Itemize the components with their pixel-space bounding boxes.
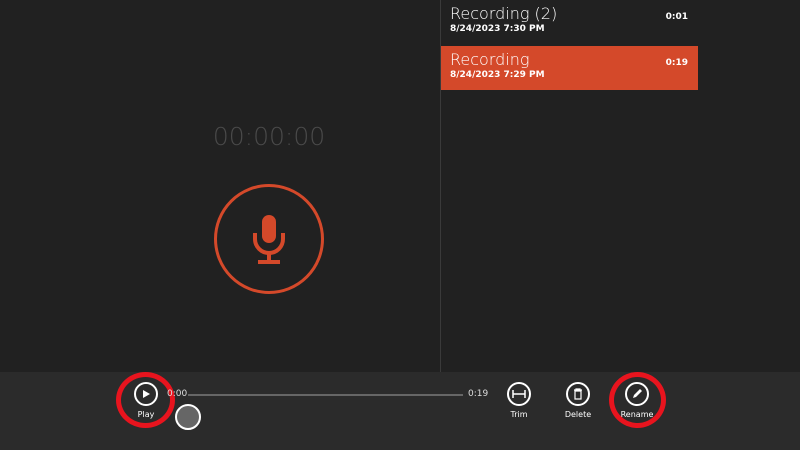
recording-title: Recording (2): [450, 4, 558, 23]
record-pane: 00:00:00: [0, 0, 440, 372]
microphone-icon: [253, 215, 285, 264]
recording-duration: 0:01: [665, 12, 688, 22]
trash-icon: [574, 388, 582, 400]
seek-thumb[interactable]: [175, 404, 201, 430]
recording-duration: 0:19: [665, 58, 688, 68]
trim-label: Trim: [510, 410, 528, 419]
record-button[interactable]: [214, 184, 324, 294]
recording-item-selected[interactable]: Recording 8/24/2023 7:29 PM 0:19: [441, 46, 698, 90]
recording-date: 8/24/2023 7:30 PM: [450, 24, 545, 34]
recordings-list: Recording (2) 8/24/2023 7:30 PM 0:01 Rec…: [441, 0, 698, 90]
recording-title: Recording: [450, 50, 530, 69]
trim-icon: [512, 390, 526, 398]
highlight-circle-play: [116, 372, 175, 428]
seek-track[interactable]: [188, 394, 463, 396]
current-time: 0:00: [167, 389, 188, 399]
trim-button[interactable]: Trim: [494, 382, 544, 419]
delete-button[interactable]: Delete: [553, 382, 603, 419]
total-time: 0:19: [468, 389, 489, 399]
recording-date: 8/24/2023 7:29 PM: [450, 70, 545, 80]
delete-label: Delete: [564, 410, 592, 419]
app-bar: Play 0:00 0:19 Trim Delete Rename: [0, 372, 800, 450]
highlight-circle-rename: [609, 372, 666, 428]
record-timer: 00:00:00: [212, 122, 326, 151]
recording-item[interactable]: Recording (2) 8/24/2023 7:30 PM 0:01: [441, 0, 698, 44]
